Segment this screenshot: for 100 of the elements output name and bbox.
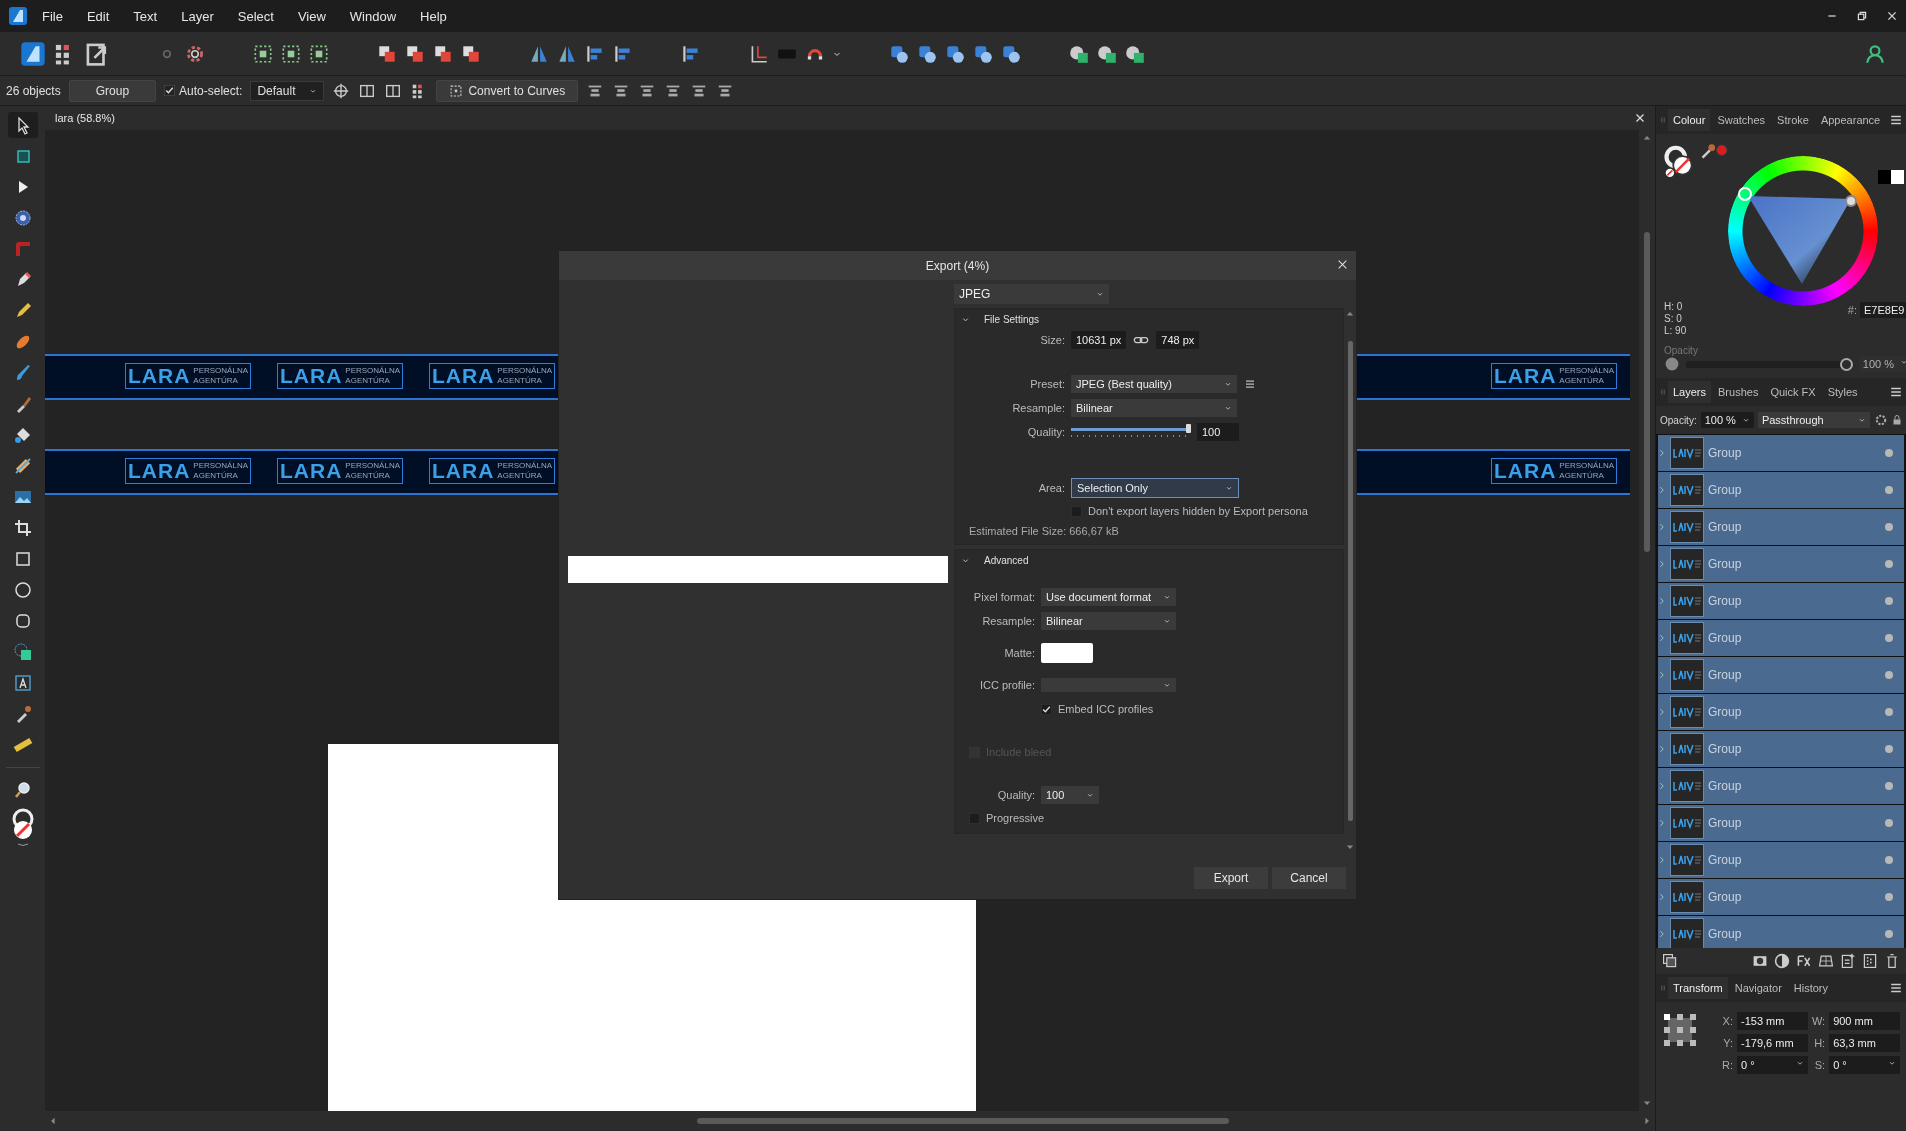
field-label: S: [1813, 1059, 1826, 1071]
format-dropdown[interactable]: JPEG [954, 284, 1109, 304]
field-label: Area: [1037, 482, 1065, 494]
layer-row[interactable]: Group [1658, 546, 1904, 582]
logo-tagline: AGENTÚRA [345, 471, 391, 481]
field-label: W: [1811, 1015, 1826, 1027]
size-field[interactable]: 10631 px [1071, 331, 1127, 349]
layer-row[interactable]: Group [1658, 694, 1904, 730]
mode-dropdown[interactable]: Default [250, 80, 325, 101]
logo-tagline: PERSONÁLNA [193, 366, 248, 376]
hex-field[interactable]: E7E8E9 [1860, 302, 1906, 318]
layer-row[interactable]: Group [1658, 879, 1904, 915]
document-title[interactable]: lara (58.8%) [55, 112, 115, 124]
logo-tagline: PERSONÁLNA [497, 461, 552, 471]
layer-row[interactable]: Group [1658, 916, 1904, 948]
panel-tab[interactable]: Layers [1668, 381, 1712, 403]
logo-tagline: PERSONÁLNA [345, 461, 400, 471]
value-field[interactable]: 63,3 mm [1829, 1034, 1900, 1052]
dropdown[interactable]: Use document format [1041, 588, 1176, 606]
quality-field[interactable]: 100 [1197, 423, 1239, 441]
logo-tagline: PERSONÁLNA [345, 366, 400, 376]
dropdown[interactable]: JPEG (Best quality) [1071, 375, 1237, 393]
dropdown[interactable]: Bilinear [1071, 399, 1237, 417]
layer-row[interactable]: Group [1658, 620, 1904, 656]
panel-tab[interactable]: Appearance [1815, 109, 1886, 131]
value-dropdown[interactable]: 0 ° [1829, 1056, 1900, 1074]
logo-wordmark: LARA [1494, 365, 1557, 387]
convert-button[interactable]: Convert to Curves [436, 79, 579, 102]
group-button[interactable]: Group [68, 79, 157, 102]
checkbox-label: Don't export layers hidden by Export persona [1088, 505, 1308, 517]
menu-item[interactable]: File [32, 4, 73, 28]
dropdown[interactable]: 100 [1041, 786, 1099, 804]
layer-name: Group [1708, 705, 1743, 719]
layer-row[interactable]: Group [1658, 731, 1904, 767]
field-label: R: [1722, 1059, 1733, 1071]
layer-name: Group [1708, 816, 1743, 830]
layer-name: Group [1708, 446, 1743, 460]
panel-tab[interactable]: Stroke [1772, 109, 1814, 131]
layer-name: Group [1708, 779, 1743, 793]
dropdown[interactable]: Selection Only [1071, 478, 1239, 498]
value-dropdown[interactable]: 0 ° [1737, 1056, 1808, 1074]
logo-tagline: PERSONÁLNA [193, 461, 248, 471]
layer-row[interactable]: Group [1658, 657, 1904, 693]
menu-item[interactable]: Layer [171, 4, 224, 28]
estimated-size: Estimated File Size: 666,67 kB [968, 525, 1119, 537]
logo-wordmark: LARA [280, 460, 343, 482]
menu-item[interactable]: Select [227, 4, 284, 28]
menu-item[interactable]: Help [410, 4, 457, 28]
field-label: Resample: [1011, 402, 1065, 414]
layer-name: Group [1708, 668, 1743, 682]
hex-label: #: [1847, 304, 1857, 316]
logo-tagline: AGENTÚRA [497, 376, 543, 386]
menu-item[interactable]: Text [123, 4, 168, 28]
layer-name: Group [1708, 631, 1743, 645]
panel-tab[interactable]: Brushes [1713, 381, 1764, 403]
layer-name: Group [1708, 557, 1743, 571]
layer-row[interactable]: Group [1658, 583, 1904, 619]
checkbox-label: Embed ICC profiles [1058, 703, 1154, 715]
field-label: Y: [1722, 1037, 1733, 1049]
layer-row[interactable]: Group [1658, 509, 1904, 545]
field-label: Resample: [981, 615, 1035, 627]
panel-tab[interactable]: Quick FX [1765, 381, 1821, 403]
field-label: Quality: [996, 789, 1035, 801]
field-label: Preset: [1029, 378, 1065, 390]
layer-row[interactable]: Group [1658, 435, 1904, 471]
logo-tagline: PERSONÁLNA [1559, 366, 1614, 376]
logo-wordmark: LARA [128, 460, 191, 482]
layer-row[interactable]: Group [1658, 768, 1904, 804]
value-field[interactable]: 900 mm [1829, 1012, 1900, 1030]
field-label: X: [1722, 1015, 1733, 1027]
panel-tab[interactable]: Navigator [1729, 977, 1787, 999]
value-field[interactable]: -153 mm [1737, 1012, 1808, 1030]
size-field[interactable]: 748 px [1156, 331, 1200, 349]
selection-count: 26 objects [6, 83, 61, 98]
hsl-value: S: 0 [1664, 313, 1683, 325]
checkbox-label: Progressive [986, 812, 1045, 824]
export-button[interactable]: Export [1194, 867, 1268, 889]
value-field[interactable]: -179,6 mm [1737, 1034, 1808, 1052]
menu-item[interactable]: Window [339, 4, 407, 28]
dropdown[interactable]: Bilinear [1041, 612, 1176, 630]
logo-tagline: AGENTÚRA [1559, 471, 1605, 481]
cancel-button[interactable]: Cancel [1272, 867, 1346, 889]
layer-row[interactable]: Group [1658, 842, 1904, 878]
menu-item[interactable]: View [287, 4, 336, 28]
panel-tab[interactable]: Colour [1668, 109, 1711, 131]
menu-item[interactable]: Edit [76, 4, 120, 28]
layer-row[interactable]: Group [1658, 472, 1904, 508]
panel-tab[interactable]: Transform [1668, 977, 1728, 999]
section-title: Advanced [984, 555, 1029, 566]
layer-name: Group [1708, 890, 1743, 904]
panel-tab[interactable]: Styles [1822, 381, 1863, 403]
logo-tagline: AGENTÚRA [193, 376, 239, 386]
panel-tab[interactable]: History [1788, 977, 1834, 999]
opacity-label: Opacity: [1660, 414, 1697, 426]
layer-name: Group [1708, 483, 1743, 497]
logo-tagline: AGENTÚRA [193, 471, 239, 481]
panel-tab[interactable]: Swatches [1712, 109, 1771, 131]
opacity-dropdown[interactable]: 100 % [1700, 412, 1754, 428]
blend-mode-dropdown[interactable]: Passthrough [1757, 412, 1870, 428]
layer-row[interactable]: Group [1658, 805, 1904, 841]
